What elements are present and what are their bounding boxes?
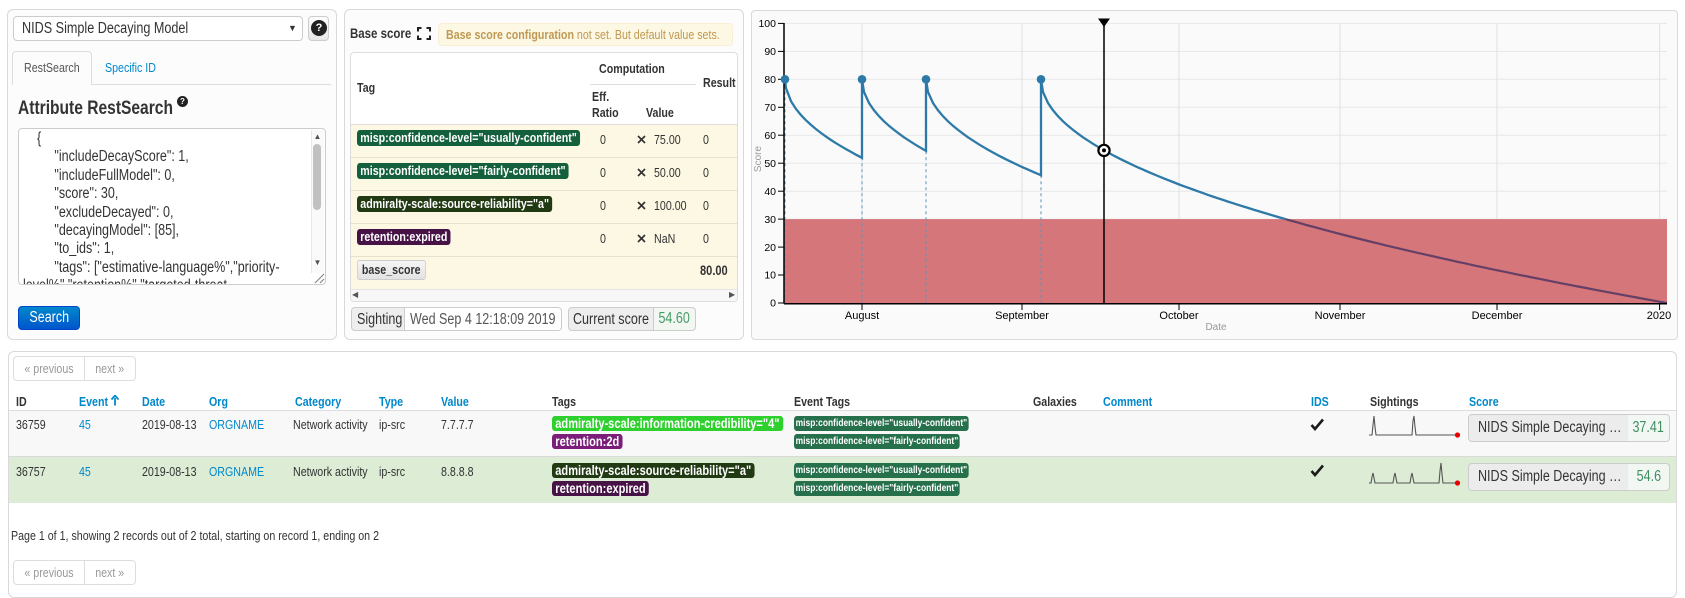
svg-text:December: December — [1472, 310, 1523, 322]
svg-text:60: 60 — [764, 130, 776, 142]
svg-text:Score: Score — [753, 146, 764, 173]
svg-text:0: 0 — [770, 298, 776, 310]
svg-text:40: 40 — [764, 186, 776, 198]
svg-text:October: October — [1159, 310, 1198, 322]
svg-text:September: September — [995, 310, 1049, 322]
svg-text:August: August — [845, 310, 879, 322]
svg-text:Date: Date — [1205, 322, 1227, 333]
svg-text:2020: 2020 — [1647, 310, 1671, 322]
svg-text:50: 50 — [764, 158, 776, 170]
svg-text:80: 80 — [764, 74, 776, 86]
svg-text:30: 30 — [764, 214, 776, 226]
svg-text:November: November — [1315, 310, 1366, 322]
svg-text:70: 70 — [764, 102, 776, 114]
svg-text:100: 100 — [758, 18, 776, 30]
svg-text:10: 10 — [764, 270, 776, 282]
svg-text:20: 20 — [764, 242, 776, 254]
svg-text:90: 90 — [764, 46, 776, 58]
